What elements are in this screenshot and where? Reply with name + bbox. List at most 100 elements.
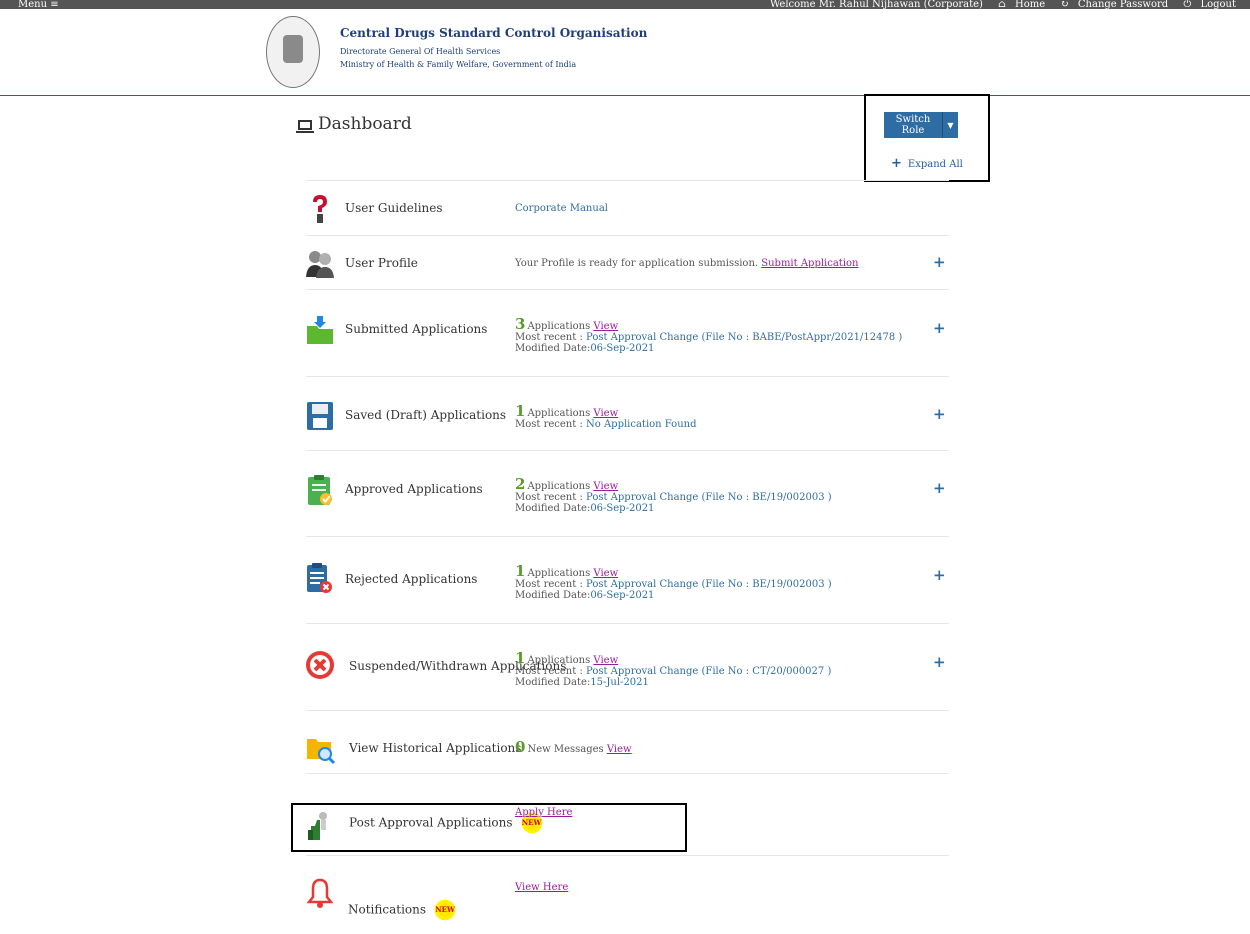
divider <box>306 235 949 236</box>
suspended-count: 1 <box>515 649 526 667</box>
approved-view-link[interactable]: View <box>593 481 618 492</box>
org-ministry: Ministry of Health & Family Welfare, Gov… <box>340 60 577 69</box>
row-label-user-profile: User Profile <box>345 256 418 270</box>
historical-messages-label: New Messages <box>527 744 604 755</box>
submitted-modified-label: Modified Date: <box>515 343 591 354</box>
suspended-apps-label: Applications <box>527 655 591 666</box>
laptop-icon <box>296 119 314 133</box>
rejected-modified-label: Modified Date: <box>515 590 591 601</box>
emblem-inner <box>283 35 303 63</box>
suspended-modified-label: Modified Date: <box>515 677 591 688</box>
saved-view-link[interactable]: View <box>593 408 618 419</box>
historical-count: 0 <box>515 738 526 756</box>
row-label-saved: Saved (Draft) Applications <box>345 408 507 422</box>
row-label-notifications: Notifications NEW <box>348 899 459 921</box>
question-mark-icon <box>305 193 335 225</box>
row-label-submitted: Submitted Applications <box>345 322 488 336</box>
row-content-suspended: 1 Applications View Most recent : Post Ap… <box>515 651 831 689</box>
divider <box>306 710 949 711</box>
divider <box>306 289 949 290</box>
new-badge-icon: NEW <box>432 899 459 921</box>
suspended-recent-value[interactable]: Post Approval Change (File No : CT/20/00… <box>586 666 831 677</box>
org-title: Central Drugs Standard Control Organisat… <box>340 26 648 40</box>
cancel-circle-icon <box>305 649 335 681</box>
folder-download-icon <box>305 314 335 346</box>
menu-toggle[interactable]: Menu ≡ <box>18 0 59 10</box>
page-title-text: Dashboard <box>318 114 412 134</box>
expand-submitted-button[interactable]: + <box>933 319 946 337</box>
post-approval-label: Post Approval Applications <box>349 815 513 830</box>
expand-all-link[interactable]: + Expand All <box>891 156 963 171</box>
approved-apps-label: Applications <box>527 481 591 492</box>
approved-count: 2 <box>515 475 526 493</box>
submitted-modified-value: 06-Sep-2021 <box>590 343 655 354</box>
rejected-apps-label: Applications <box>527 568 591 579</box>
rejected-recent-value[interactable]: Post Approval Change (File No : BE/19/00… <box>586 579 832 590</box>
org-subtitle: Directorate General Of Health Services <box>340 47 501 56</box>
row-content-post-approval: Apply Here <box>515 807 572 818</box>
floppy-disk-icon <box>305 400 335 432</box>
row-content-historical: 0 New Messages View <box>515 740 632 756</box>
top-bar: Menu ≡ Welcome Mr. Rahul Nijhawan (Corpo… <box>0 0 1250 10</box>
expand-approved-button[interactable]: + <box>933 479 946 497</box>
suspended-view-link[interactable]: View <box>593 655 618 666</box>
profile-status-text: Your Profile is ready for application su… <box>515 258 759 269</box>
page-title: Dashboard <box>296 114 412 134</box>
government-emblem-logo <box>266 16 320 88</box>
rejected-count: 1 <box>515 562 526 580</box>
historical-view-link[interactable]: View <box>607 744 632 755</box>
divider <box>306 376 949 377</box>
view-here-link[interactable]: View Here <box>515 882 568 893</box>
row-label-historical: View Historical Applications <box>349 741 522 755</box>
expand-suspended-button[interactable]: + <box>933 653 946 671</box>
submitted-count: 3 <box>515 315 526 333</box>
saved-recent-value: No Application Found <box>586 419 697 430</box>
row-content-rejected: 1 Applications View Most recent : Post Ap… <box>515 564 832 602</box>
plus-icon: + <box>891 156 902 171</box>
submitted-recent-label: Most recent : <box>515 332 583 343</box>
expand-all-label: Expand All <box>907 159 963 170</box>
submitted-view-link[interactable]: View <box>593 321 618 332</box>
site-header: Central Drugs Standard Control Organisat… <box>0 9 1250 96</box>
rejected-modified-value: 06-Sep-2021 <box>590 590 655 601</box>
divider <box>306 450 949 451</box>
submitted-apps-label: Applications <box>527 321 591 332</box>
row-content-user-guidelines: Corporate Manual <box>515 203 608 214</box>
approved-clipboard-icon <box>305 474 335 506</box>
saved-apps-label: Applications <box>527 408 591 419</box>
expand-user-profile-button[interactable]: + <box>933 253 946 271</box>
divider <box>306 855 949 856</box>
expand-rejected-button[interactable]: + <box>933 566 946 584</box>
top-bar-right: Welcome Mr. Rahul Nijhawan (Corporate) ⌂… <box>764 0 1236 10</box>
suspended-modified-value: 15-Jul-2021 <box>590 677 649 688</box>
submit-application-link[interactable]: Submit Application <box>761 258 858 269</box>
expand-saved-button[interactable]: + <box>933 405 946 423</box>
approved-modified-value: 06-Sep-2021 <box>590 503 655 514</box>
saved-count: 1 <box>515 402 526 420</box>
bell-icon <box>305 877 335 909</box>
user-profile-icon <box>305 247 335 279</box>
approved-recent-value[interactable]: Post Approval Change (File No : BE/19/00… <box>586 492 832 503</box>
divider <box>306 536 949 537</box>
apply-here-link[interactable]: Apply Here <box>515 807 572 818</box>
rejected-view-link[interactable]: View <box>593 568 618 579</box>
submitted-recent-value[interactable]: Post Approval Change (File No : BABE/Pos… <box>586 332 902 343</box>
row-content-approved: 2 Applications View Most recent : Post Ap… <box>515 477 832 515</box>
thumbs-up-person-icon <box>305 810 335 842</box>
saved-recent-label: Most recent : <box>515 419 583 430</box>
rejected-recent-label: Most recent : <box>515 579 583 590</box>
row-label-rejected: Rejected Applications <box>345 572 478 586</box>
notifications-label: Notifications <box>348 902 427 917</box>
suspended-recent-label: Most recent : <box>515 666 583 677</box>
rejected-clipboard-icon <box>305 562 335 594</box>
divider <box>306 180 949 181</box>
approved-recent-label: Most recent : <box>515 492 583 503</box>
switch-role-button[interactable]: Switch Role ▼ <box>884 112 958 138</box>
row-content-saved: 1 Applications View Most recent : No Appl… <box>515 404 697 431</box>
row-label-approved: Approved Applications <box>345 482 483 496</box>
corporate-manual-link[interactable]: Corporate Manual <box>515 203 608 214</box>
row-content-submitted: 3 Applications View Most recent : Post Ap… <box>515 317 902 355</box>
row-content-notifications: View Here <box>515 882 568 893</box>
caret-down-icon[interactable]: ▼ <box>942 112 958 138</box>
approved-modified-label: Modified Date: <box>515 503 591 514</box>
